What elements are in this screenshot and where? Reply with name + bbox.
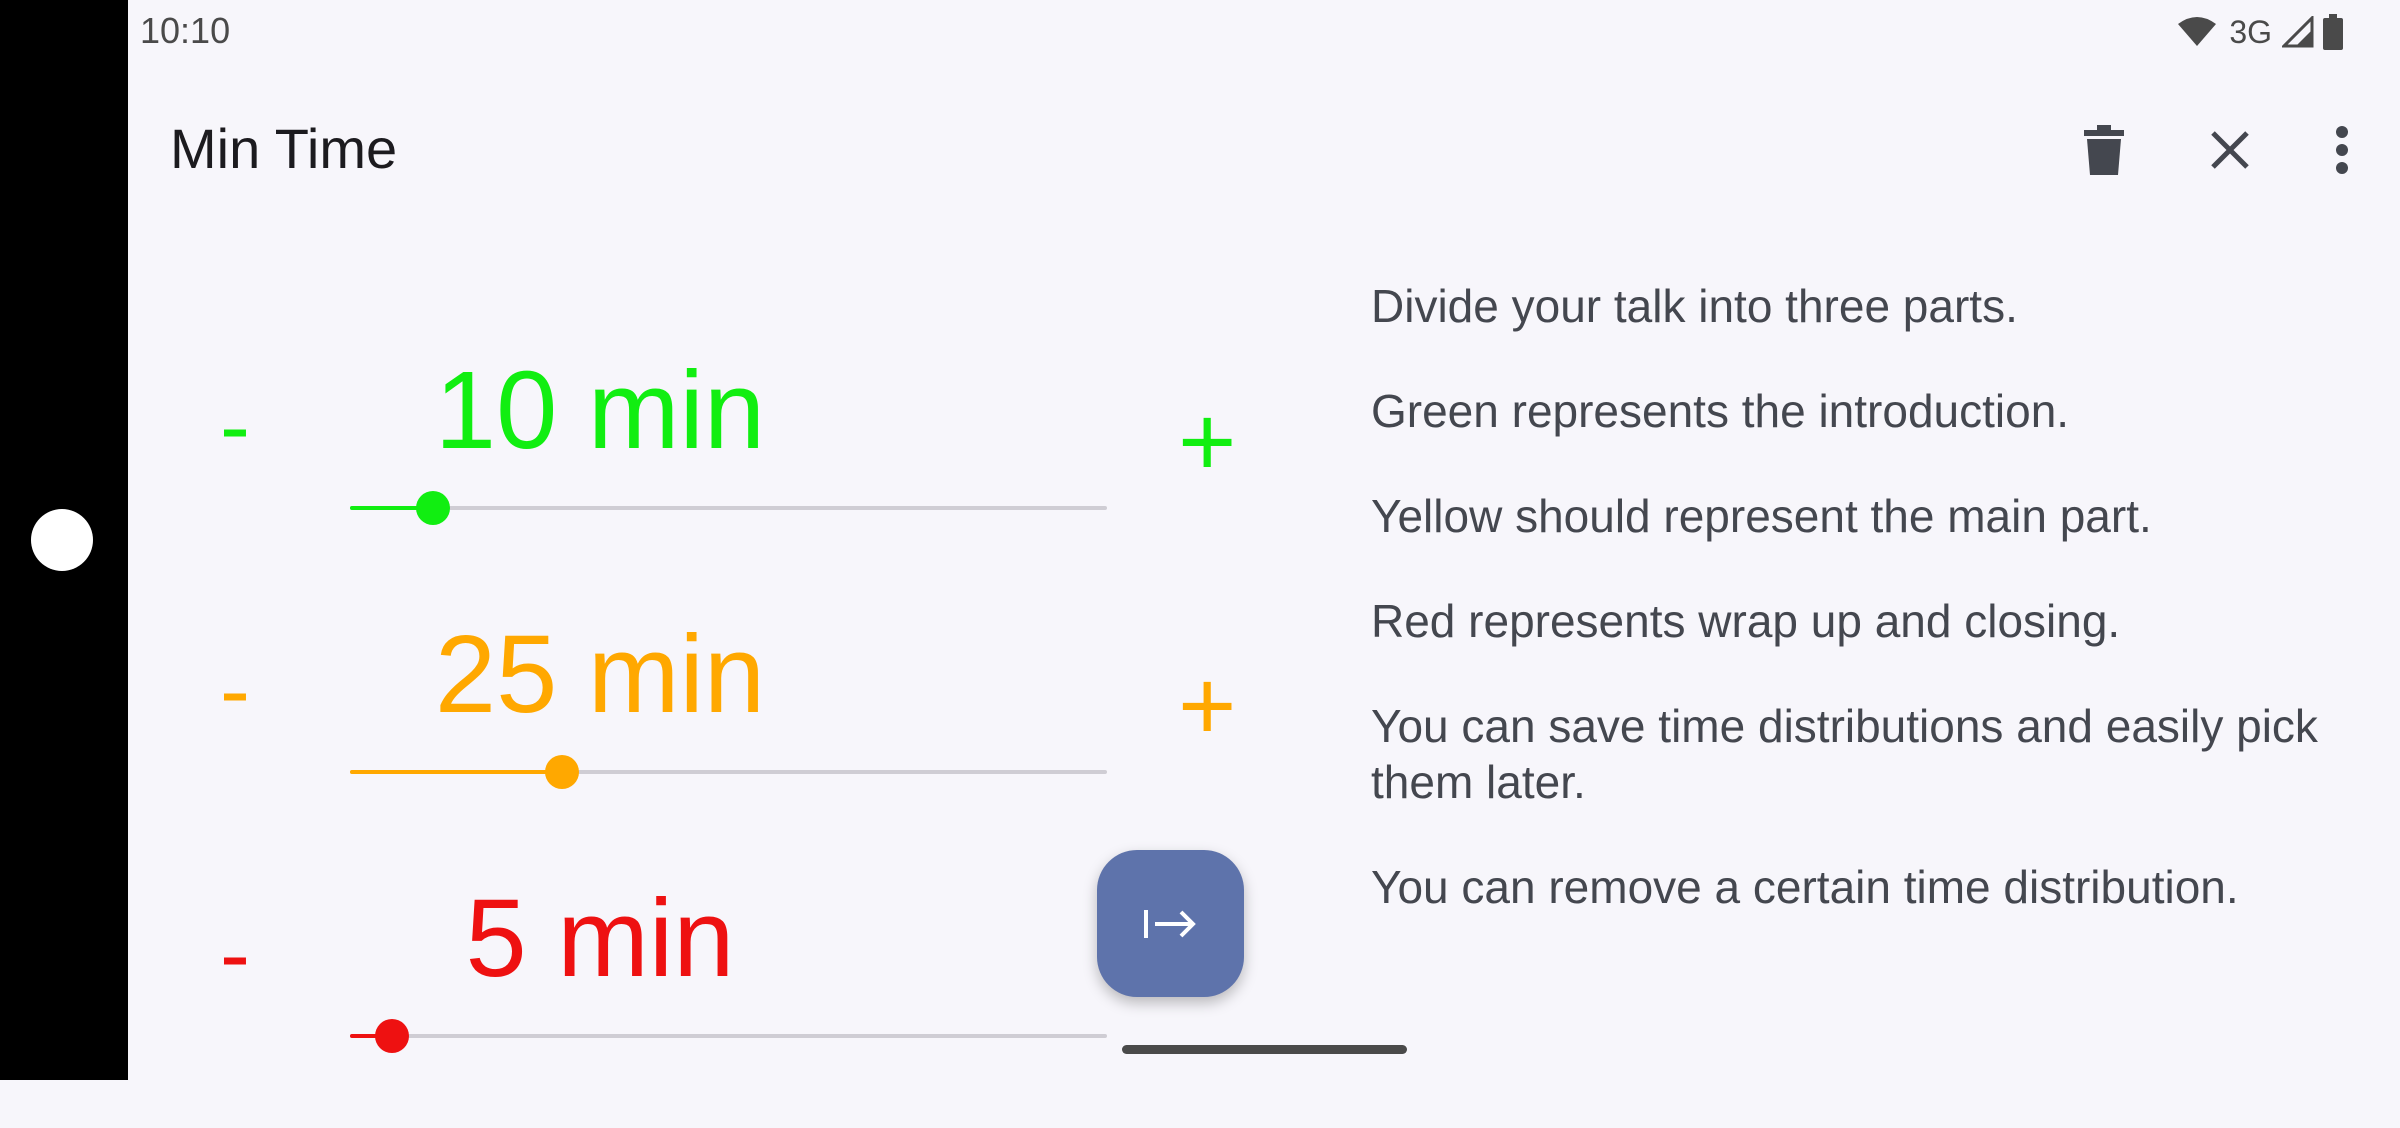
- time-label: 25 min: [434, 613, 766, 736]
- help-line: You can remove a certain time distributi…: [1371, 861, 2239, 913]
- delete-icon: [2084, 125, 2124, 175]
- status-bar: 10:10 3G: [128, 0, 2400, 62]
- time-label: 5 min: [465, 877, 735, 1000]
- slider-thumb[interactable]: [416, 491, 450, 525]
- help-text: Divide your talk into three parts. Green…: [1371, 278, 2371, 964]
- slider-thumb[interactable]: [375, 1019, 409, 1053]
- slider-thumb[interactable]: [545, 755, 579, 789]
- status-time: 10:10: [140, 10, 231, 51]
- camera-cutout: [31, 509, 93, 571]
- slider-active-track: [350, 770, 562, 774]
- app-bar: Min Time: [128, 96, 2400, 204]
- close-icon: [2211, 131, 2249, 169]
- time-label: 10 min: [434, 349, 766, 472]
- slider-row-main: - 25 min +: [128, 604, 1278, 864]
- slider-track[interactable]: [350, 755, 1107, 789]
- decrement-button[interactable]: -: [220, 910, 250, 1000]
- help-line: Red represents wrap up and closing.: [1371, 595, 2121, 647]
- help-line: Divide your talk into three parts.: [1371, 280, 2018, 332]
- battery-icon: [2323, 14, 2343, 50]
- home-indicator[interactable]: [1122, 1045, 1407, 1054]
- decrement-button[interactable]: -: [220, 382, 250, 472]
- start-arrow-icon: [1143, 909, 1196, 938]
- start-button[interactable]: [1097, 850, 1244, 997]
- help-line: You can save time distributions and easi…: [1371, 700, 2318, 808]
- help-line: Green represents the introduction.: [1371, 385, 2070, 437]
- display-cutout-bar: [0, 0, 128, 1080]
- signal-icon: [2282, 16, 2314, 48]
- decrement-button[interactable]: -: [220, 646, 250, 736]
- slider-track[interactable]: [350, 1019, 1107, 1053]
- slider-row-intro: - 10 min +: [128, 340, 1278, 600]
- network-type-label: 3G: [2229, 13, 2272, 50]
- status-icons: 3G: [2177, 12, 2344, 52]
- increment-button[interactable]: +: [1178, 656, 1236, 756]
- more-options-button[interactable]: [2312, 120, 2372, 180]
- help-line: Yellow should represent the main part.: [1371, 490, 2152, 542]
- more-vert-icon: [2336, 126, 2348, 174]
- page-title: Min Time: [170, 117, 398, 180]
- delete-button[interactable]: [2074, 120, 2134, 180]
- slider-track[interactable]: [350, 491, 1107, 525]
- increment-button[interactable]: +: [1178, 392, 1236, 492]
- wifi-icon: [2178, 17, 2217, 46]
- close-button[interactable]: [2200, 120, 2260, 180]
